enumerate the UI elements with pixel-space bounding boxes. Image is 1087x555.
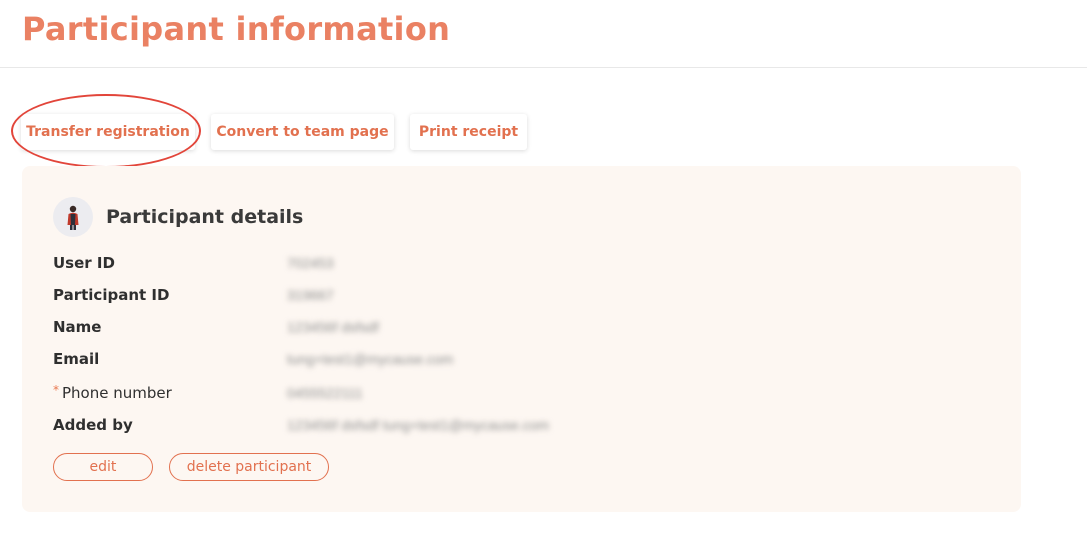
header-divider (0, 67, 1087, 68)
name-label: Name (53, 318, 102, 336)
phone-number-label: * Phone number (53, 383, 172, 402)
participant-id-label: Participant ID (53, 286, 170, 304)
added-by-value: 123456f dsfsdf tung+test1@mycause.com (287, 417, 550, 433)
transfer-registration-button[interactable]: Transfer registration (21, 114, 195, 150)
participant-id-value: 319667 (287, 287, 334, 303)
page-title: Participant information (22, 10, 451, 48)
phone-number-label-text: Phone number (62, 384, 172, 402)
delete-participant-button[interactable]: delete participant (169, 453, 329, 481)
person-avatar-icon (53, 197, 93, 237)
added-by-label: Added by (53, 416, 133, 434)
participant-details-card: Participant details User ID 702453 Parti… (22, 166, 1021, 512)
convert-to-team-page-button[interactable]: Convert to team page (211, 114, 394, 150)
user-id-label: User ID (53, 254, 115, 272)
required-marker: * (53, 383, 59, 397)
email-value: tung+test1@mycause.com (287, 351, 454, 367)
print-receipt-button[interactable]: Print receipt (410, 114, 527, 150)
user-id-value: 702453 (287, 255, 334, 271)
email-label: Email (53, 350, 100, 368)
phone-number-value: 0455522111 (287, 385, 363, 401)
participant-details-title: Participant details (106, 206, 304, 228)
name-value: 123456f dsfsdf (287, 319, 379, 335)
edit-button[interactable]: edit (53, 453, 153, 481)
